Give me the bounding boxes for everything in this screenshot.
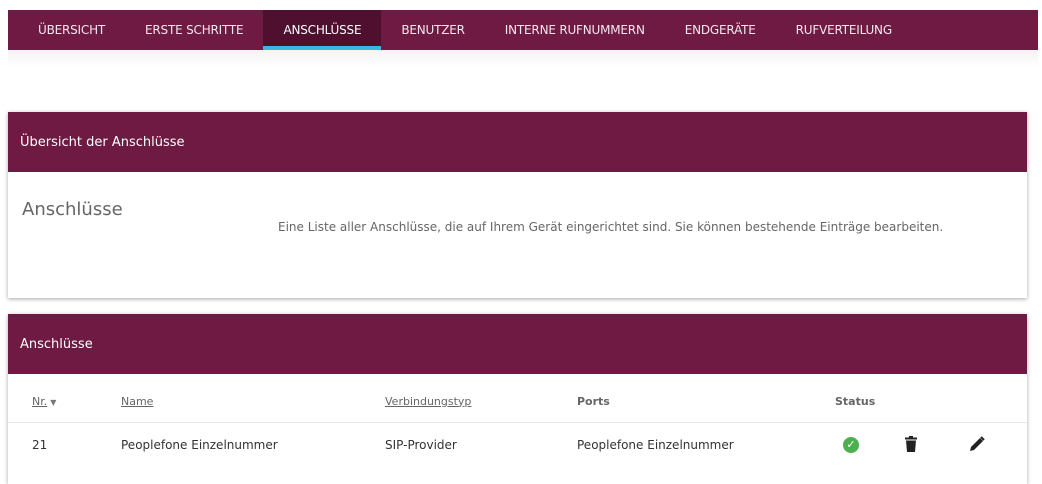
connections-table-card: Anschlüsse Nr. ▼ Name Verbindungstyp Port… [8, 314, 1027, 484]
column-label-nr[interactable]: Nr. [32, 395, 47, 408]
tab-anschluesse[interactable]: ANSCHLÜSSE [263, 10, 382, 50]
overview-card: Übersicht der Anschlüsse Anschlüsse Eine… [8, 112, 1027, 298]
column-header-type[interactable]: Verbindungstyp [384, 374, 576, 423]
column-label-name[interactable]: Name [121, 395, 153, 408]
tab-rufverteilung[interactable]: RUFVERTEILUNG [776, 10, 912, 50]
cell-actions [896, 422, 1027, 468]
column-label-type[interactable]: Verbindungstyp [385, 395, 471, 408]
section-title: Anschlüsse [22, 199, 123, 220]
cell-ports: Peoplefone Einzelnummer [577, 438, 734, 453]
overview-card-header: Übersicht der Anschlüsse [8, 112, 1027, 172]
column-header-name[interactable]: Name [120, 374, 384, 423]
check-circle-icon: ✓ [843, 437, 859, 454]
pencil-icon[interactable] [969, 436, 985, 452]
section-description: Eine Liste aller Anschlüsse, die auf Ihr… [278, 220, 944, 234]
delete-button[interactable] [905, 435, 921, 455]
column-header-nr[interactable]: Nr. ▼ [8, 374, 120, 423]
tab-benutzer[interactable]: BENUTZER [381, 10, 484, 50]
top-navigation: ÜBERSICHT ERSTE SCHRITTE ANSCHLÜSSE BENU… [8, 10, 1038, 50]
cell-type: SIP-Provider [385, 438, 457, 453]
tab-interne-rufnummern[interactable]: INTERNE RUFNUMMERN [485, 10, 665, 50]
tab-erste-schritte[interactable]: ERSTE SCHRITTE [125, 10, 263, 50]
column-header-actions [896, 374, 1027, 423]
connections-table: Nr. ▼ Name Verbindungstyp Ports Status 21… [8, 374, 1027, 468]
nav-shadow [8, 50, 1038, 68]
trash-icon[interactable] [905, 435, 917, 452]
table-row: 21 Peoplefone Einzelnummer SIP-Provider … [8, 422, 1027, 468]
overview-card-body: Anschlüsse Eine Liste aller Anschlüsse, … [8, 172, 1027, 298]
cell-nr: 21 [32, 438, 48, 453]
edit-button[interactable] [969, 436, 985, 455]
tab-uebersicht[interactable]: ÜBERSICHT [8, 10, 125, 50]
cell-status: ✓ [834, 422, 896, 468]
tab-endgeraete[interactable]: ENDGERÄTE [665, 10, 776, 50]
connections-card-header: Anschlüsse [8, 314, 1027, 374]
table-header-row: Nr. ▼ Name Verbindungstyp Ports Status [8, 374, 1027, 423]
cell-name: Peoplefone Einzelnummer [121, 438, 278, 453]
column-header-ports: Ports [576, 374, 834, 423]
sort-down-icon[interactable]: ▼ [50, 398, 56, 407]
column-header-status: Status [834, 374, 896, 423]
